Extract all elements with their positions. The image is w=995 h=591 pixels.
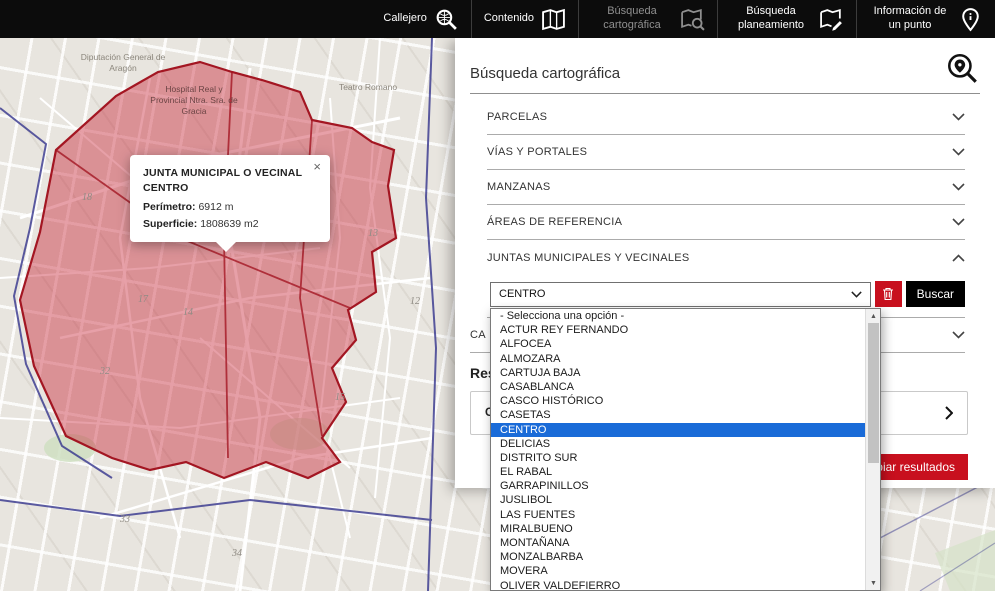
- district-number: 13: [368, 228, 378, 239]
- nav-contenido[interactable]: Contenido: [471, 0, 578, 38]
- dropdown-option[interactable]: MOVERA: [491, 564, 865, 578]
- district-number: 32: [100, 366, 110, 377]
- section-juntas-municipales[interactable]: JUNTAS MUNICIPALES Y VECINALES: [487, 240, 965, 275]
- divider: [470, 93, 980, 94]
- buscar-button[interactable]: Buscar: [906, 281, 965, 307]
- map-search-pin-icon: [944, 51, 980, 87]
- trash-icon: [882, 287, 894, 301]
- dropdown-scrollbar[interactable]: ▲ ▼: [865, 309, 880, 590]
- dropdown-option[interactable]: LAS FUENTES: [491, 508, 865, 522]
- dropdown-option[interactable]: MONTAÑANA: [491, 536, 865, 550]
- nav-callejero[interactable]: Callejero: [371, 0, 470, 38]
- nav-label: Búsqueda planeamiento: [730, 5, 812, 33]
- select-value: CENTRO: [499, 288, 545, 300]
- dropdown-option[interactable]: MONZALBARBA: [491, 550, 865, 564]
- dropdown-option[interactable]: CASETAS: [491, 408, 865, 422]
- section-label: JUNTAS MUNICIPALES Y VECINALES: [487, 252, 690, 264]
- dropdown-options: - Selecciona una opción - ACTUR REY FERN…: [491, 309, 865, 591]
- scroll-up-icon[interactable]: ▲: [866, 309, 881, 323]
- district-centro-polygon: [20, 62, 396, 478]
- feature-popup: × JUNTA MUNICIPAL O VECINAL CENTRO Perím…: [130, 155, 330, 242]
- nav-label: Contenido: [484, 12, 534, 26]
- area-label: Superficie:: [143, 218, 197, 230]
- chevron-up-icon: [952, 254, 965, 262]
- nav-informacion-punto[interactable]: Información de un punto: [856, 0, 995, 38]
- popup-perimeter: Perímetro: 6912 m: [143, 201, 317, 213]
- section-parcelas[interactable]: PARCELAS: [487, 100, 965, 135]
- juntas-dropdown-list: - Selecciona una opción - ACTUR REY FERN…: [490, 308, 881, 591]
- section-vias-portales[interactable]: VÍAS Y PORTALES: [487, 135, 965, 170]
- popup-title: JUNTA MUNICIPAL O VECINAL CENTRO: [143, 166, 303, 196]
- district-number: 17: [138, 294, 148, 305]
- perimeter-value: 6912 m: [198, 201, 233, 213]
- section-manzanas[interactable]: MANZANAS: [487, 170, 965, 205]
- dropdown-option[interactable]: CASABLANCA: [491, 380, 865, 394]
- nav-label: Callejero: [383, 12, 426, 26]
- nav-busqueda-planeamiento[interactable]: Búsqueda planeamiento: [717, 0, 856, 38]
- scroll-down-icon[interactable]: ▼: [866, 576, 881, 590]
- map-label-hospital: Hospital Real y Provincial Ntra. Sra. de…: [148, 84, 240, 117]
- section-label: ÁREAS DE REFERENCIA: [487, 216, 622, 228]
- dropdown-option[interactable]: CENTRO: [491, 423, 865, 437]
- map-label-teatro: Teatro Romano: [338, 82, 398, 93]
- popup-area: Superficie: 1808639 m2: [143, 218, 317, 230]
- district-number: 33: [120, 514, 130, 525]
- dropdown-option[interactable]: JUSLIBOL: [491, 493, 865, 507]
- panel-title: Búsqueda cartográfica: [470, 65, 620, 82]
- dropdown-option[interactable]: CASCO HISTÓRICO: [491, 394, 865, 408]
- dropdown-option[interactable]: EL RABAL: [491, 465, 865, 479]
- section-label: VÍAS Y PORTALES: [487, 146, 587, 158]
- chevron-down-icon: [952, 148, 965, 156]
- district-number: 18: [82, 192, 92, 203]
- district-number: 12: [410, 296, 420, 307]
- dropdown-option[interactable]: ACTUR REY FERNANDO: [491, 323, 865, 337]
- district-number: 15: [335, 392, 345, 403]
- dropdown-option[interactable]: DISTRITO SUR: [491, 451, 865, 465]
- district-number: 34: [232, 548, 242, 559]
- dropdown-option[interactable]: GARRAPINILLOS: [491, 479, 865, 493]
- section-label: MANZANAS: [487, 181, 551, 193]
- dropdown-option[interactable]: DELICIAS: [491, 437, 865, 451]
- dropdown-option[interactable]: MIRALBUENO: [491, 522, 865, 536]
- chevron-down-icon: [952, 183, 965, 191]
- nav-busqueda-cartografica[interactable]: Búsqueda cartográfica: [578, 0, 717, 38]
- area-value: 1808639 m2: [200, 218, 258, 230]
- map-label-diputacion: Diputación General de Aragón: [78, 52, 168, 74]
- map-search-icon: [680, 7, 705, 32]
- perimeter-label: Perímetro:: [143, 201, 196, 213]
- folded-map-icon: [541, 7, 566, 32]
- section-label: PARCELAS: [487, 111, 547, 123]
- dropdown-option[interactable]: - Selecciona una opción -: [491, 309, 865, 323]
- district-number: 14: [183, 307, 193, 318]
- chevron-right-icon: [945, 406, 953, 420]
- nav-label: Información de un punto: [869, 5, 951, 33]
- scrollbar-thumb[interactable]: [868, 323, 879, 463]
- section-label: CA: [470, 329, 486, 341]
- chevron-down-icon: [952, 331, 965, 339]
- magnifier-globe-icon: [434, 7, 459, 32]
- chevron-down-icon: [952, 113, 965, 121]
- close-icon[interactable]: ×: [313, 160, 321, 173]
- dropdown-option[interactable]: OLIVER VALDEFIERRO: [491, 579, 865, 591]
- section-areas-referencia[interactable]: ÁREAS DE REFERENCIA: [487, 205, 965, 240]
- dropdown-option[interactable]: CARTUJA BAJA: [491, 366, 865, 380]
- map-planning-icon: [819, 7, 844, 32]
- chevron-down-icon: [851, 291, 862, 298]
- dropdown-option[interactable]: ALFOCEA: [491, 337, 865, 351]
- point-info-icon: [958, 7, 983, 32]
- nav-label: Búsqueda cartográfica: [591, 5, 673, 33]
- top-navigation-bar: Callejero Contenido Búsqueda cartográfic…: [0, 0, 995, 38]
- chevron-down-icon: [952, 218, 965, 226]
- dropdown-option[interactable]: ALMOZARA: [491, 352, 865, 366]
- delete-button[interactable]: [875, 281, 902, 307]
- juntas-select[interactable]: CENTRO: [490, 282, 871, 307]
- accordion-sections: PARCELAS VÍAS Y PORTALES MANZANAS ÁREAS …: [487, 100, 965, 275]
- panel-header: Búsqueda cartográfica: [455, 38, 995, 93]
